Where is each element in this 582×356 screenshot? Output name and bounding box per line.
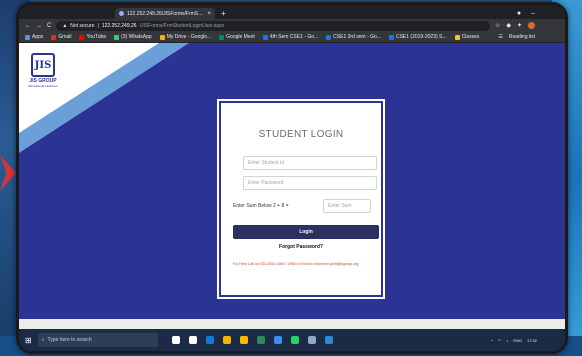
bookmark-icon [114, 34, 120, 40]
taskbar-search[interactable]: ⌕ Type here to search [37, 333, 158, 347]
bookmark-label: YouTube [86, 34, 107, 40]
close-tab-icon[interactable]: × [207, 11, 211, 17]
bookmark-item[interactable]: 4th Sem CSE1 - Go... [262, 34, 319, 40]
bookmark-label: Google Meet [226, 34, 255, 40]
back-icon[interactable]: ← [25, 23, 31, 29]
windows-start-icon[interactable]: ⊞ [25, 336, 32, 345]
login-card: STUDENT LOGIN Enter Sum Below 2 + 8 = Lo… [221, 103, 381, 295]
reading-list-icon: ☰ [498, 34, 503, 40]
bookmark-item[interactable]: My Drive - Google... [159, 34, 212, 40]
help-note: For Help Call on 033-2552-1969 / 1968 or… [233, 262, 359, 266]
taskbar-app-icon[interactable] [171, 336, 180, 344]
minimize-icon[interactable]: – [531, 8, 535, 19]
jis-logo: JIS JIS GROUP Educational Initiatives [25, 53, 61, 93]
search-placeholder: Type here to search [47, 337, 92, 343]
url-host: 122.252.249.26 [101, 22, 137, 29]
url-divider: | [97, 22, 99, 29]
clock[interactable]: 17:32 [527, 338, 537, 343]
bookmarks-bar: Apps Gmail YouTube (3) WhatsApp My Drive - G… [19, 32, 565, 43]
taskbar-app-icon[interactable] [222, 336, 231, 344]
browser-tab[interactable]: 122.252.249.26/JISForms/FrmS... × [115, 8, 215, 19]
bookmark-icon [51, 34, 57, 40]
captcha-row: Enter Sum Below 2 + 8 = [233, 199, 371, 213]
page-footer [19, 319, 565, 329]
profile-avatar[interactable] [528, 22, 535, 29]
bookmark-label: My Drive - Google... [166, 34, 212, 40]
password-input[interactable] [243, 176, 377, 190]
system-tray: ^ ◠ ♪ ENG 17:32 [491, 338, 559, 343]
bookmark-label: CSE1 3rd sem - Go... [333, 34, 381, 40]
bookmark-icon [388, 34, 394, 40]
bookmark-label: CSE1 (2019-2023) S... [395, 34, 447, 40]
captcha-label: Enter Sum Below 2 + 8 = [233, 203, 289, 209]
student-id-input[interactable] [243, 156, 377, 170]
url-field[interactable]: ▲ Not secure | 122.252.249.26 /JISForms/… [56, 20, 490, 31]
taskbar-app-icon[interactable] [273, 336, 282, 344]
security-label: Not secure [70, 22, 95, 29]
bookmark-icon [262, 34, 268, 40]
language-indicator[interactable]: ENG [513, 338, 522, 343]
reload-icon[interactable]: C [47, 23, 51, 29]
bookmark-item[interactable]: CSE1 (2019-2023) S... [388, 34, 447, 40]
taskbar-app-icon[interactable] [188, 336, 197, 344]
volume-icon[interactable]: ♪ [506, 338, 508, 343]
bookmark-item[interactable]: Google Meet [219, 34, 255, 40]
page-content: JIS JIS GROUP Educational Initiatives ST… [19, 43, 565, 329]
taskbar-app-icon[interactable] [256, 336, 265, 344]
puzzle-icon[interactable]: ✦ [517, 22, 522, 29]
globe-icon [119, 11, 124, 16]
bookmark-item[interactable]: Apps [25, 34, 43, 40]
reading-list[interactable]: ☰ Reading list [498, 34, 559, 40]
toolbar-actions: ☆ ◆ ✦ [495, 22, 559, 29]
taskbar-app-icon[interactable] [205, 336, 214, 344]
extension-icon[interactable]: ◆ [506, 22, 511, 29]
bookmark-item[interactable]: Classes [454, 34, 480, 40]
login-button[interactable]: Login [233, 225, 379, 239]
bookmark-label: Apps [32, 34, 44, 40]
record-icon: ● [516, 10, 522, 17]
address-bar: ← → C ▲ Not secure | 122.252.249.26 /JIS… [19, 19, 565, 32]
bookmark-icon [25, 34, 30, 40]
new-tab-button[interactable]: + [221, 8, 226, 19]
bookmark-icon [159, 34, 165, 40]
bookmark-label: Gmail [58, 34, 72, 40]
bookmark-item[interactable]: CSE1 3rd sem - Go... [326, 34, 381, 40]
forgot-password-link[interactable]: Forgot Password? [231, 244, 371, 250]
forward-icon[interactable]: → [36, 23, 42, 29]
bookmark-label: (3) WhatsApp [121, 34, 152, 40]
bookmark-item[interactable]: YouTube [79, 34, 106, 40]
bookmark-item[interactable]: (3) WhatsApp [114, 34, 152, 40]
logo-mark: JIS [31, 53, 55, 77]
taskbar-app-icon[interactable] [324, 336, 333, 344]
taskbar-app-icon[interactable] [239, 336, 248, 344]
bookmark-icon [454, 34, 460, 40]
network-icon[interactable]: ◠ [498, 338, 502, 343]
bookmark-icon [219, 34, 225, 40]
taskbar-app-icon[interactable] [307, 336, 316, 344]
captcha-input[interactable] [323, 199, 371, 213]
chevron-up-icon[interactable]: ^ [491, 338, 493, 343]
url-path: /JISForms/FrmStudentLoginUser.aspx [139, 22, 225, 29]
bookmark-label: Classes [461, 34, 480, 40]
taskbar-apps [171, 336, 333, 344]
bookmark-item[interactable]: Gmail [51, 34, 71, 40]
logo-subtext: Educational Initiatives [28, 84, 58, 88]
laptop-screen: 122.252.249.26/JISForms/FrmS... × + ● – … [16, 2, 568, 354]
bookmark-icon [79, 34, 85, 40]
reading-list-label: Reading list [508, 34, 535, 40]
bookmark-icon [326, 34, 332, 40]
tab-title: 122.252.249.26/JISForms/FrmS... [127, 10, 203, 17]
bookmark-label: 4th Sem CSE1 - Go... [269, 34, 319, 40]
taskbar-app-icon[interactable] [290, 336, 299, 344]
login-card-frame: STUDENT LOGIN Enter Sum Below 2 + 8 = Lo… [217, 99, 385, 299]
warning-icon: ▲ [62, 22, 68, 29]
window-controls: ● – [517, 8, 565, 19]
star-icon[interactable]: ☆ [495, 22, 500, 29]
login-title: STUDENT LOGIN [258, 129, 344, 140]
search-icon: ⌕ [41, 337, 45, 343]
taskbar: ⊞ ⌕ Type here to search ^ ◠ ♪ ENG 17:32 [19, 329, 565, 351]
browser-tabstrip: 122.252.249.26/JISForms/FrmS... × + ● – [19, 5, 565, 19]
